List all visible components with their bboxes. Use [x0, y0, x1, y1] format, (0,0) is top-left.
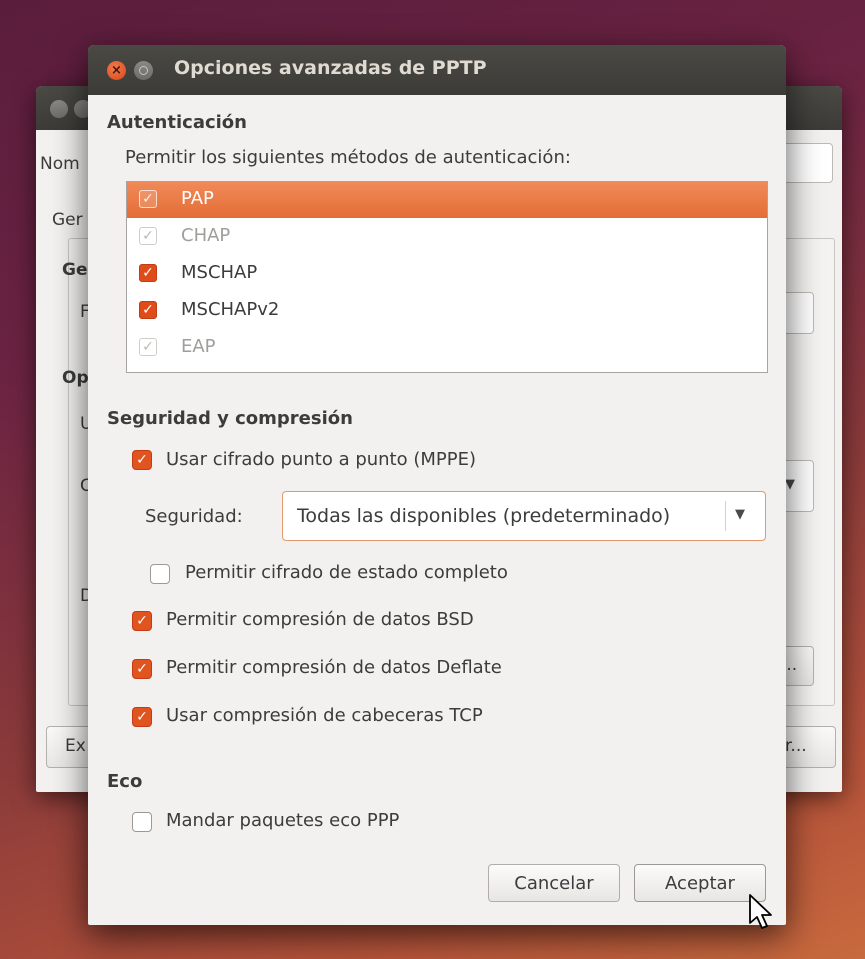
eap-label: EAP: [181, 336, 216, 357]
ppp-echo-checkbox[interactable]: [132, 812, 152, 832]
background-export-label: Ex: [65, 736, 86, 756]
mschapv2-label: MSCHAPv2: [181, 299, 280, 320]
list-item-eap[interactable]: ✓ EAP: [127, 330, 767, 366]
ok-button[interactable]: Aceptar: [634, 864, 766, 902]
minimize-icon[interactable]: [134, 61, 153, 80]
background-chevron-down-icon: ▼: [785, 477, 795, 492]
security-combo-value: Todas las disponibles (predeterminado): [297, 505, 671, 527]
background-options-heading: Op: [62, 368, 89, 388]
pap-label: PAP: [181, 188, 214, 209]
list-item-mschap[interactable]: ✓ MSCHAP: [127, 256, 767, 292]
list-item-pap[interactable]: ✓ PAP: [127, 182, 767, 218]
auth-methods-list[interactable]: ✓ PAP ✓ CHAP ✓ MSCHAP ✓ MSCHAPv2 ✓ EAP: [126, 181, 768, 373]
ppp-echo-label[interactable]: Mandar paquetes eco PPP: [166, 810, 399, 831]
auth-prompt: Permitir los siguientes métodos de auten…: [125, 147, 571, 168]
chap-label: CHAP: [181, 225, 231, 246]
close-icon[interactable]: ×: [107, 61, 126, 80]
stateful-checkbox[interactable]: [150, 564, 170, 584]
mouse-cursor-icon: [749, 894, 772, 929]
deflate-label[interactable]: Permitir compresión de datos Deflate: [166, 657, 502, 678]
pap-checkbox[interactable]: ✓: [139, 190, 157, 208]
combo-separator: [725, 501, 726, 531]
pptp-advanced-dialog: × Opciones avanzadas de PPTP Autenticaci…: [88, 45, 786, 925]
bsd-checkbox[interactable]: ✓: [132, 611, 152, 631]
mppe-checkbox[interactable]: ✓: [132, 450, 152, 470]
security-combo[interactable]: Todas las disponibles (predeterminado) ▼: [282, 491, 766, 541]
dialog-title: Opciones avanzadas de PPTP: [174, 57, 487, 79]
mschap-checkbox[interactable]: ✓: [139, 264, 157, 282]
chevron-down-icon[interactable]: ▼: [735, 507, 745, 522]
echo-heading: Eco: [107, 771, 143, 792]
mschap-label: MSCHAP: [181, 262, 258, 283]
list-item-chap[interactable]: ✓ CHAP: [127, 219, 767, 255]
mppe-label[interactable]: Usar cifrado punto a punto (MPPE): [166, 449, 476, 470]
cancel-button[interactable]: Cancelar: [488, 864, 620, 902]
security-label: Seguridad:: [145, 506, 243, 527]
background-general-tab[interactable]: Ger: [52, 210, 83, 230]
tcp-label[interactable]: Usar compresión de cabeceras TCP: [166, 705, 483, 726]
security-heading: Seguridad y compresión: [107, 408, 353, 429]
chap-checkbox[interactable]: ✓: [139, 227, 157, 245]
background-right-label: r...: [785, 736, 807, 756]
background-general-heading: Ge: [62, 260, 88, 280]
dialog-titlebar: × Opciones avanzadas de PPTP: [88, 45, 786, 95]
deflate-checkbox[interactable]: ✓: [132, 659, 152, 679]
eap-checkbox[interactable]: ✓: [139, 338, 157, 356]
auth-heading: Autenticación: [107, 112, 247, 133]
tcp-checkbox[interactable]: ✓: [132, 707, 152, 727]
mschapv2-checkbox[interactable]: ✓: [139, 301, 157, 319]
background-close-icon[interactable]: [50, 100, 68, 118]
list-item-mschapv2[interactable]: ✓ MSCHAPv2: [127, 293, 767, 329]
background-name-label: Nom: [40, 154, 80, 174]
bsd-label[interactable]: Permitir compresión de datos BSD: [166, 609, 474, 630]
stateful-label[interactable]: Permitir cifrado de estado completo: [185, 562, 508, 583]
